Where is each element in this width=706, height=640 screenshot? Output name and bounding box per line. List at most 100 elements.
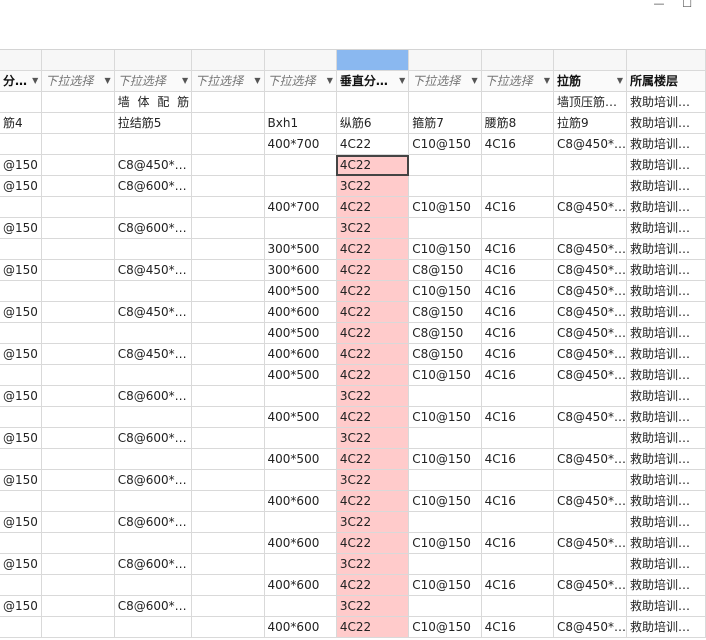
column-header[interactable] [41,50,115,71]
table-cell[interactable] [408,217,482,239]
table-cell[interactable] [191,112,265,134]
table-cell[interactable]: 4C22 [336,280,410,302]
table-cell[interactable] [191,133,265,155]
table-cell[interactable] [264,511,337,533]
table-cell[interactable]: @150 [0,301,43,323]
table-cell[interactable] [41,406,115,428]
table-cell[interactable]: C10@150 [408,364,482,386]
table-cell[interactable] [0,364,43,386]
table-cell[interactable] [41,217,115,239]
table-cell[interactable] [191,238,265,260]
table-cell[interactable]: C8@150 [408,301,482,323]
column-header[interactable] [553,50,628,71]
table-cell[interactable] [408,91,482,113]
table-cell[interactable]: 400*500 [264,280,337,302]
table-cell[interactable]: 4C16 [481,238,555,260]
table-cell[interactable] [553,154,628,176]
table-cell[interactable]: C10@150 [408,616,482,638]
table-cell[interactable]: C8@600*… [114,595,193,617]
table-cell[interactable]: 救助培训… [626,616,706,638]
table-cell[interactable]: 拉结筋5 [114,112,193,134]
table-cell[interactable] [481,91,555,113]
minimize-icon[interactable]: — [652,0,666,8]
table-cell[interactable] [191,427,265,449]
table-cell[interactable]: 拉筋9 [553,112,628,134]
table-cell[interactable] [114,406,193,428]
table-cell[interactable] [191,259,265,281]
table-cell[interactable]: C10@150 [408,196,482,218]
dropdown-select-cell[interactable]: 下拉选择 ▼ [408,70,482,92]
table-cell[interactable]: C8@600*… [114,427,193,449]
table-cell[interactable] [0,280,43,302]
table-cell[interactable] [41,511,115,533]
table-cell[interactable]: 400*500 [264,364,337,386]
table-cell[interactable]: 4C22 [336,301,410,323]
table-cell[interactable]: 4C22 [336,574,410,596]
table-cell[interactable] [481,427,555,449]
table-cell[interactable] [0,532,43,554]
table-cell[interactable] [191,385,265,407]
table-cell[interactable]: @150 [0,259,43,281]
table-cell[interactable]: 4C16 [481,259,555,281]
table-cell[interactable] [191,154,265,176]
table-cell[interactable] [408,154,482,176]
table-cell[interactable] [0,91,43,113]
table-cell[interactable] [41,448,115,470]
chevron-down-icon[interactable]: ▼ [617,71,623,91]
table-cell[interactable] [41,322,115,344]
table-cell[interactable]: C8@450*… [553,616,628,638]
table-cell[interactable]: 3C22 [336,217,410,239]
table-cell[interactable]: 4C16 [481,532,555,554]
column-header[interactable] [191,50,265,71]
table-cell[interactable]: 3C22 [336,385,410,407]
table-cell[interactable]: 4C22 [336,406,410,428]
table-cell[interactable] [41,385,115,407]
table-cell[interactable]: 400*600 [264,301,337,323]
table-cell[interactable] [0,133,43,155]
table-cell[interactable] [0,406,43,428]
table-cell[interactable]: C8@450*… [553,532,628,554]
table-cell[interactable]: 3C22 [336,175,410,197]
table-cell[interactable] [114,133,193,155]
chevron-down-icon[interactable]: ▼ [544,71,550,91]
header-cell[interactable]: 分… ▼ [0,70,43,92]
table-cell[interactable] [408,385,482,407]
table-cell[interactable]: C8@450*… [114,301,193,323]
table-cell[interactable]: C8@450*… [553,364,628,386]
table-cell[interactable]: 4C22 [336,616,410,638]
table-cell[interactable]: C8@600*… [114,553,193,575]
table-cell[interactable]: C8@450*… [553,322,628,344]
table-cell[interactable] [41,469,115,491]
table-cell[interactable] [191,469,265,491]
table-cell[interactable] [264,385,337,407]
table-cell[interactable]: 4C16 [481,448,555,470]
table-cell[interactable] [114,532,193,554]
table-cell[interactable]: @150 [0,595,43,617]
table-cell[interactable] [41,259,115,281]
table-cell[interactable]: 救助培训… [626,91,706,113]
table-cell[interactable] [41,490,115,512]
table-cell[interactable]: 4C22 [336,490,410,512]
table-cell[interactable] [481,154,555,176]
table-cell[interactable] [191,175,265,197]
dropdown-select-cell[interactable]: 下拉选择 ▼ [264,70,337,92]
table-cell[interactable]: 4C16 [481,490,555,512]
header-cell[interactable]: 拉筋 ▼ [553,70,628,92]
table-cell[interactable]: 纵筋6 [336,112,410,134]
table-cell[interactable] [191,322,265,344]
table-cell[interactable]: 400*700 [264,196,337,218]
table-cell[interactable] [553,595,628,617]
table-cell[interactable]: 救助培训… [626,490,706,512]
table-cell[interactable]: C8@600*… [114,217,193,239]
table-cell[interactable] [41,301,115,323]
table-cell[interactable]: C8@450*… [553,343,628,365]
column-header[interactable] [264,50,337,71]
table-cell[interactable]: 救助培训… [626,511,706,533]
dropdown-select-cell[interactable]: 下拉选择 ▼ [191,70,265,92]
table-cell[interactable] [0,322,43,344]
column-header[interactable] [0,50,43,71]
table-cell[interactable]: 腰筋8 [481,112,555,134]
table-cell[interactable] [191,196,265,218]
table-cell[interactable] [41,91,115,113]
table-cell[interactable] [191,616,265,638]
